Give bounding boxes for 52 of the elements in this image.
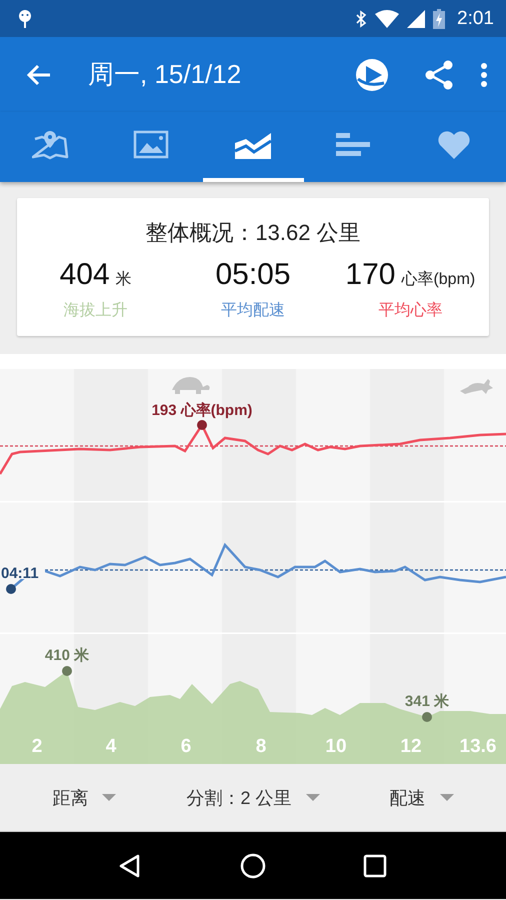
clock-time: 2:01 bbox=[457, 8, 494, 30]
stat-label: 平均心率 bbox=[378, 300, 442, 321]
peak-marker bbox=[6, 584, 16, 594]
peak-marker bbox=[197, 420, 207, 430]
map-icon bbox=[32, 129, 70, 161]
dropdown-caret-icon bbox=[306, 794, 320, 802]
play-button[interactable] bbox=[354, 56, 390, 92]
dropdown-caret-icon bbox=[102, 794, 116, 802]
battery-icon bbox=[433, 8, 446, 28]
peak-label: 410 米 bbox=[44, 647, 90, 664]
signal-icon bbox=[407, 10, 426, 28]
axis-label: 2 bbox=[32, 736, 42, 757]
more-icon bbox=[480, 62, 488, 88]
stat-unit: 米 bbox=[116, 270, 132, 290]
back-button[interactable] bbox=[26, 62, 52, 86]
stat-unit: 心率(bpm) bbox=[401, 270, 476, 290]
more-button[interactable] bbox=[480, 62, 488, 88]
stat-value: 170 bbox=[345, 258, 396, 292]
image-icon bbox=[132, 129, 171, 161]
peak-marker bbox=[62, 666, 72, 676]
axis-label: 4 bbox=[106, 736, 116, 757]
share-icon bbox=[424, 60, 454, 90]
axis-label: 13.6 bbox=[460, 736, 496, 757]
summary-title: 整体概况：13.62 公里 bbox=[145, 219, 361, 247]
stat-label: 海拔上升 bbox=[64, 300, 128, 321]
tortoise-icon bbox=[172, 377, 210, 394]
low-marker bbox=[422, 712, 432, 722]
stat-value: 05:05 bbox=[215, 258, 291, 292]
home-circle-icon bbox=[240, 852, 266, 878]
stat-label: 平均配速 bbox=[220, 300, 285, 321]
axis-label: 10 bbox=[325, 736, 347, 757]
recents-button[interactable] bbox=[362, 852, 388, 878]
back-arrow-icon bbox=[26, 62, 52, 86]
stat-value: 404 bbox=[60, 258, 110, 292]
dropdown[interactable]: 分割：2 公里 bbox=[168, 786, 338, 810]
peak-label: 04:11 bbox=[1, 565, 39, 582]
play-circle-icon bbox=[354, 56, 390, 92]
android-icon bbox=[16, 8, 34, 28]
recents-square-icon bbox=[362, 852, 388, 878]
dropdown[interactable]: 配速 bbox=[337, 786, 506, 810]
peak-label: 193 心率(bpm) bbox=[152, 402, 252, 419]
dropdown-caret-icon bbox=[440, 794, 454, 802]
share-button[interactable] bbox=[424, 60, 454, 90]
axis-label: 8 bbox=[256, 736, 266, 757]
wifi-icon bbox=[375, 10, 400, 28]
dropdown[interactable]: 距离 bbox=[0, 786, 169, 810]
bluetooth-icon bbox=[355, 10, 368, 28]
axis-label: 6 bbox=[180, 736, 192, 757]
home-button[interactable] bbox=[240, 852, 266, 878]
low-label: 341 米 bbox=[404, 693, 450, 710]
axis-label: 12 bbox=[400, 736, 422, 757]
screen-title: 周一, 15/1/12 bbox=[88, 58, 242, 91]
